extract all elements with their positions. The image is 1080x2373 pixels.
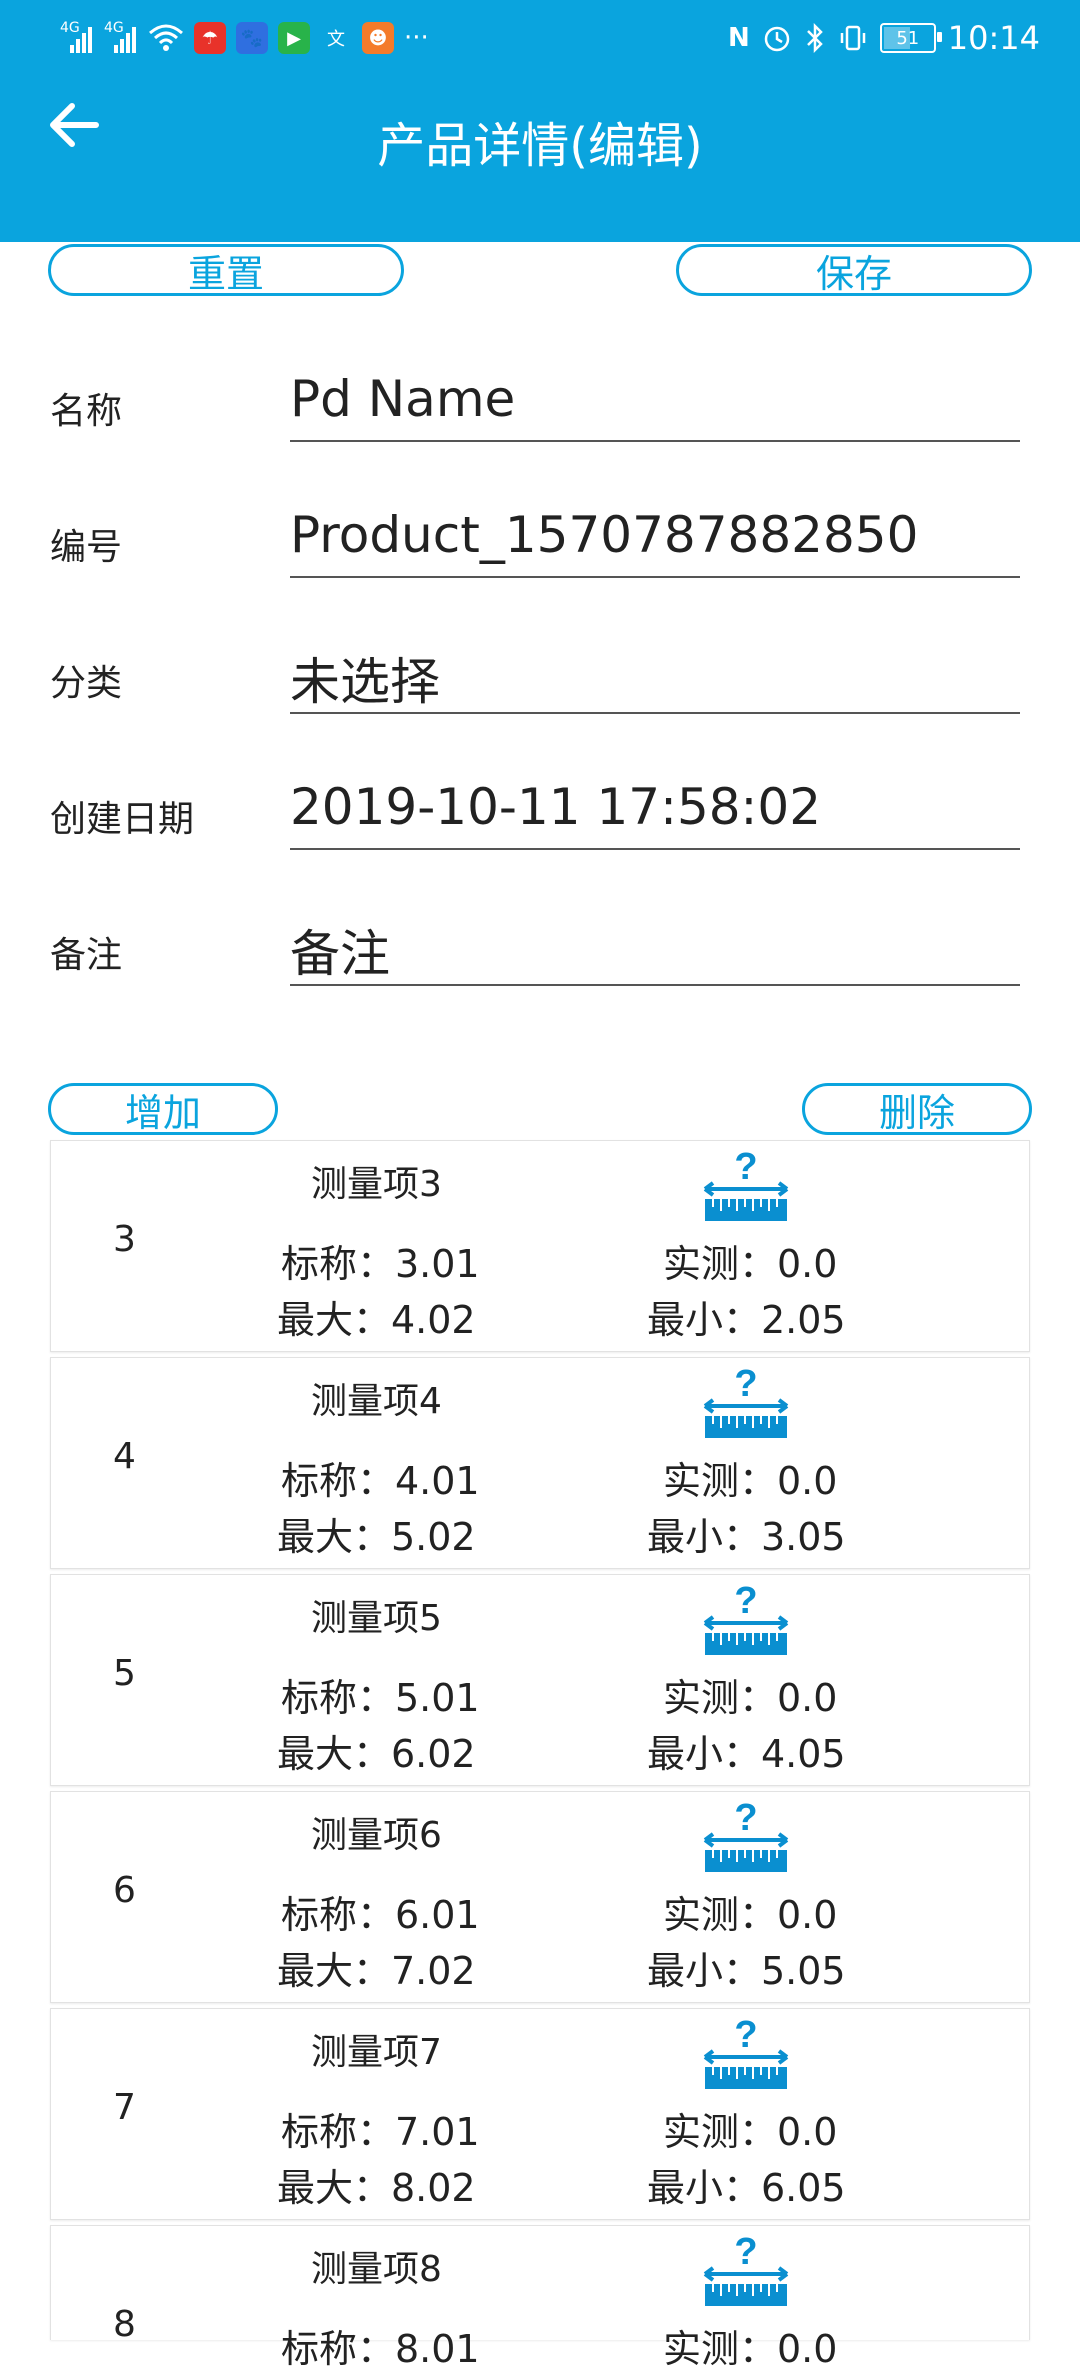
name-label: 名称 bbox=[50, 391, 123, 432]
svg-text:?: ? bbox=[734, 1583, 757, 1622]
item-name: 测量项5 bbox=[311, 1598, 442, 1639]
svg-text:?: ? bbox=[734, 2017, 757, 2056]
page-title: 产品详情(编辑) bbox=[377, 118, 703, 174]
status-right: N 51 10:14 bbox=[728, 18, 1040, 58]
alarm-icon bbox=[764, 26, 790, 52]
vibrate-icon bbox=[840, 25, 866, 51]
item-measured: 实测：0.0 bbox=[663, 1459, 838, 1503]
app-icon-wen: 文 bbox=[327, 29, 345, 50]
note-label: 备注 bbox=[50, 935, 123, 976]
nfc-icon: N bbox=[728, 23, 750, 53]
list-item[interactable]: 8 测量项8 ? 标称：8.01 实测：0.0 bbox=[50, 2225, 1030, 2371]
category-label: 分类 bbox=[50, 663, 123, 704]
list-item[interactable]: 3 测量项3 ? 标称：3.01 实测：0.0 最大：4.02 最小：2.05 bbox=[50, 1140, 1030, 1352]
battery-level: 51 bbox=[896, 27, 920, 49]
clock: 10:14 bbox=[947, 19, 1040, 57]
item-max: 最大：7.02 bbox=[277, 1949, 476, 1993]
form-row-code: 编号 Product_1570787882850 bbox=[50, 506, 1020, 588]
item-name: 测量项6 bbox=[311, 1815, 442, 1856]
item-nominal: 标称：8.01 bbox=[281, 2327, 480, 2371]
item-name: 测量项7 bbox=[311, 2032, 442, 2073]
item-index: 6 bbox=[113, 1870, 136, 1911]
item-nominal: 标称：7.01 bbox=[281, 2110, 480, 2154]
created-date-field[interactable]: 2019-10-11 17:58:02 bbox=[290, 778, 821, 836]
item-nominal: 标称：4.01 bbox=[281, 1459, 480, 1503]
item-index: 8 bbox=[113, 2304, 136, 2345]
item-name: 测量项3 bbox=[311, 1164, 442, 1205]
item-min: 最小：6.05 bbox=[647, 2166, 846, 2210]
measure-ruler-icon[interactable]: ? bbox=[701, 1149, 791, 1225]
category-select[interactable]: 未选择 bbox=[290, 642, 440, 714]
item-index: 4 bbox=[113, 1436, 136, 1477]
item-measured: 实测：0.0 bbox=[663, 1242, 838, 1286]
item-max: 最大：4.02 bbox=[277, 1298, 476, 1342]
name-field[interactable]: Pd Name bbox=[290, 370, 515, 428]
note-field[interactable]: 备注 bbox=[290, 914, 390, 986]
list-item[interactable]: 7 测量项7 ? 标称：7.01 实测：0.0 最大：8.02 最小：6.05 bbox=[50, 2008, 1030, 2220]
svg-text:?: ? bbox=[734, 1800, 757, 1839]
item-measured: 实测：0.0 bbox=[663, 1676, 838, 1720]
item-index: 3 bbox=[113, 1219, 136, 1260]
item-name: 测量项4 bbox=[311, 1381, 442, 1422]
item-max: 最大：5.02 bbox=[277, 1515, 476, 1559]
code-underline bbox=[290, 576, 1020, 578]
item-index: 7 bbox=[113, 2087, 136, 2128]
battery-icon: 51 bbox=[879, 23, 942, 53]
item-min: 最小：5.05 bbox=[647, 1949, 846, 1993]
app-icon-orange: ☻ bbox=[362, 22, 394, 54]
item-measured: 实测：0.0 bbox=[663, 2110, 838, 2154]
add-item-button[interactable]: 增加 bbox=[48, 1083, 278, 1135]
status-bar: 4G 4G ☂ 🐾 ▶ 文 ☻ ··· N 51 10:14 bbox=[0, 0, 1080, 72]
measure-ruler-icon[interactable]: ? bbox=[701, 1583, 791, 1659]
form-row-note: 备注 备注 bbox=[50, 914, 1020, 996]
status-left: 4G 4G ☂ 🐾 ▶ 文 ☻ ··· bbox=[60, 18, 429, 58]
code-field[interactable]: Product_1570787882850 bbox=[290, 506, 918, 564]
reset-button[interactable]: 重置 bbox=[48, 244, 404, 296]
item-name: 测量项8 bbox=[311, 2249, 442, 2290]
svg-text:?: ? bbox=[734, 1366, 757, 1405]
measure-ruler-icon[interactable]: ? bbox=[701, 2234, 791, 2310]
app-icon-baidu: 🐾 bbox=[236, 22, 268, 54]
list-item[interactable]: 4 测量项4 ? 标称：4.01 实测：0.0 最大：5.02 最小：3.05 bbox=[50, 1357, 1030, 1569]
app-icon-a: ☂ bbox=[194, 22, 226, 54]
measure-ruler-icon[interactable]: ? bbox=[701, 1800, 791, 1876]
signal-icon: 4G bbox=[104, 21, 138, 55]
category-underline bbox=[290, 712, 1020, 714]
svg-text:?: ? bbox=[734, 2234, 757, 2273]
form-row-name: 名称 Pd Name bbox=[50, 370, 1020, 452]
list-item[interactable]: 6 测量项6 ? 标称：6.01 实测：0.0 最大：7.02 最小：5.05 bbox=[50, 1791, 1030, 2003]
save-button[interactable]: 保存 bbox=[676, 244, 1032, 296]
item-max: 最大：8.02 bbox=[277, 2166, 476, 2210]
delete-item-button[interactable]: 删除 bbox=[802, 1083, 1032, 1135]
item-max: 最大：6.02 bbox=[277, 1732, 476, 1776]
more-notifications: ··· bbox=[404, 23, 429, 53]
bluetooth-icon bbox=[806, 23, 823, 53]
list-item[interactable]: 5 测量项5 ? 标称：5.01 实测：0.0 最大：6.02 最小：4.05 bbox=[50, 1574, 1030, 1786]
item-min: 最小：3.05 bbox=[647, 1515, 846, 1559]
item-nominal: 标称：6.01 bbox=[281, 1893, 480, 1937]
form-row-category: 分类 未选择 bbox=[50, 642, 1020, 724]
svg-text:?: ? bbox=[734, 1149, 757, 1188]
app-bar: 4G 4G ☂ 🐾 ▶ 文 ☻ ··· N 51 10:14 产品详情(编辑) bbox=[0, 0, 1080, 242]
measure-ruler-icon[interactable]: ? bbox=[701, 2017, 791, 2093]
item-measured: 实测：0.0 bbox=[663, 2327, 838, 2371]
note-underline bbox=[290, 984, 1020, 986]
item-measured: 实测：0.0 bbox=[663, 1893, 838, 1937]
item-index: 5 bbox=[113, 1653, 136, 1694]
wifi-icon bbox=[149, 24, 183, 51]
item-nominal: 标称：5.01 bbox=[281, 1676, 480, 1720]
measure-ruler-icon[interactable]: ? bbox=[701, 1366, 791, 1442]
app-icon-iqiyi: ▶ bbox=[278, 22, 310, 54]
item-nominal: 标称：3.01 bbox=[281, 1242, 480, 1286]
code-label: 编号 bbox=[50, 527, 123, 568]
signal-icon: 4G bbox=[60, 21, 94, 55]
item-min: 最小：2.05 bbox=[647, 1298, 846, 1342]
item-min: 最小：4.05 bbox=[647, 1732, 846, 1776]
created-date-label: 创建日期 bbox=[50, 799, 195, 840]
created-date-underline bbox=[290, 848, 1020, 850]
name-underline bbox=[290, 440, 1020, 442]
form-row-created: 创建日期 2019-10-11 17:58:02 bbox=[50, 778, 1020, 860]
